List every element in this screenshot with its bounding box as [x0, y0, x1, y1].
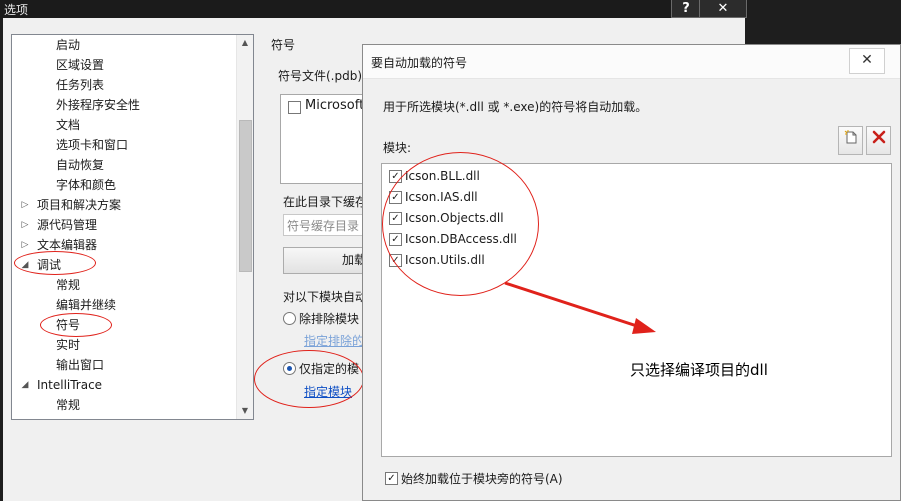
microsoft-server-label: Microsoft [305, 98, 365, 113]
tree-item[interactable]: 启动 [56, 35, 80, 55]
new-item-button[interactable] [838, 126, 863, 155]
tree-item[interactable]: 实时 [56, 335, 80, 355]
tree-item[interactable]: 文本编辑器 [37, 235, 97, 255]
options-title-bar: 选项 ? ✕ [0, 0, 748, 18]
dialog-close-button[interactable]: ✕ [849, 48, 885, 74]
cache-dir-label: 在此目录下缓存 [283, 195, 368, 209]
always-load-label: 始终加载位于模块旁的符号(A) [401, 472, 563, 486]
specify-modules-link[interactable]: 指定模块 [304, 383, 352, 400]
collapsed-arrow-icon[interactable]: ▷ [20, 215, 30, 235]
tree-item[interactable]: 文档 [56, 115, 80, 135]
options-tree[interactable]: 启动 区域设置 任务列表 外接程序安全性 文档 选项卡和窗口 自动恢复 字体和颜色 ▷ 项目和解决… [11, 34, 254, 420]
pdb-locations-label: 符号文件(.pdb) [278, 69, 363, 83]
module-checkbox[interactable]: ✓ [389, 170, 402, 183]
delete-icon [872, 130, 885, 144]
module-name: Icson.Utils.dll [405, 253, 485, 267]
tree-item[interactable]: 项目和解决方案 [37, 195, 121, 215]
tree-item[interactable]: 源代码管理 [37, 215, 97, 235]
collapsed-arrow-icon[interactable]: ▷ [20, 195, 30, 215]
modules-label: 模块: [383, 141, 412, 155]
annotation-text: 只选择编译项目的dll [630, 361, 768, 379]
tree-item[interactable]: 常规 [56, 395, 80, 415]
tree-item[interactable]: 自动恢复 [56, 155, 104, 175]
module-name: Icson.Objects.dll [405, 211, 504, 225]
modules-list[interactable]: ✓ Icson.BLL.dll ✓ Icson.IAS.dll ✓ Icson.Objec… [381, 163, 892, 457]
specify-excluded-link[interactable]: 指定排除的 [304, 332, 364, 349]
tree-item[interactable]: 任务列表 [56, 75, 104, 95]
module-checkbox[interactable]: ✓ [389, 212, 402, 225]
auto-load-label: 对以下模块自动 [283, 290, 368, 304]
dialog-description: 用于所选模块(*.dll 或 *.exe)的符号将自动加载。 [383, 100, 648, 114]
module-name: Icson.DBAccess.dll [405, 232, 517, 246]
dialog-title: 要自动加载的符号 [371, 56, 468, 70]
delete-button[interactable] [866, 126, 891, 155]
tree-item[interactable]: 符号 [56, 315, 80, 335]
module-checkbox[interactable]: ✓ [389, 191, 402, 204]
close-button[interactable]: ✕ [699, 0, 747, 18]
tree-item[interactable]: 区域设置 [56, 55, 104, 75]
radio-only-label: 仅指定的模 [299, 362, 360, 376]
scroll-up-icon[interactable]: ▲ [237, 35, 253, 51]
load-all-symbols-button[interactable]: 加载 [283, 247, 373, 274]
radio-all-except-excluded[interactable] [283, 312, 296, 325]
module-name: Icson.IAS.dll [405, 190, 478, 204]
dialog-title-bar: 要自动加载的符号 ✕ [363, 45, 900, 79]
tree-item[interactable]: 选项卡和窗口 [56, 135, 128, 155]
tree-item[interactable]: 调试 [37, 255, 61, 275]
radio-only-specified[interactable] [283, 362, 296, 375]
new-item-icon [844, 130, 856, 144]
module-checkbox[interactable]: ✓ [389, 254, 402, 267]
scroll-down-icon[interactable]: ▼ [237, 403, 253, 419]
tree-item[interactable]: 常规 [56, 275, 80, 295]
module-name: Icson.BLL.dll [405, 169, 480, 183]
help-button[interactable]: ? [671, 0, 701, 18]
radio-exclude-label: 除排除模块 [299, 312, 360, 326]
tree-scrollbar[interactable]: ▲ ▼ [236, 35, 253, 419]
pdb-locations-list[interactable]: Microsoft [280, 94, 372, 184]
tree-item[interactable]: 输出窗口 [56, 355, 104, 375]
scroll-thumb[interactable] [239, 120, 252, 272]
tree-item[interactable]: 字体和颜色 [56, 175, 116, 195]
always-load-checkbox[interactable]: ✓ [385, 472, 398, 485]
microsoft-server-checkbox[interactable] [288, 101, 301, 114]
options-window-title: 选项 [4, 3, 29, 17]
tree-item[interactable]: IntelliTrace [37, 375, 102, 395]
symbols-heading: 符号 [271, 38, 296, 52]
tree-item[interactable]: 编辑并继续 [56, 295, 116, 315]
tree-item[interactable]: 外接程序安全性 [56, 95, 140, 115]
expanded-arrow-icon[interactable]: ◢ [20, 255, 30, 275]
collapsed-arrow-icon[interactable]: ▷ [20, 235, 30, 255]
module-checkbox[interactable]: ✓ [389, 233, 402, 246]
expanded-arrow-icon[interactable]: ◢ [20, 375, 30, 395]
cache-dir-input[interactable]: 符号缓存目录 [283, 214, 373, 236]
symbols-to-load-dialog: 要自动加载的符号 ✕ 用于所选模块(*.dll 或 *.exe)的符号将自动加载… [362, 44, 901, 501]
